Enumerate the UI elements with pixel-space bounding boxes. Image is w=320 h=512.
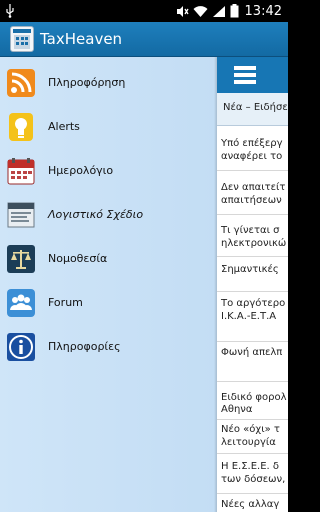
- wifi-icon: [193, 5, 208, 17]
- drawer-item-label: Λογιστικό Σχέδιο: [48, 208, 144, 221]
- scales-icon: [7, 245, 35, 273]
- menu-toggle-button[interactable]: [217, 57, 288, 93]
- news-item[interactable]: Η Ε.Σ.Ε.Ε. δ των δόσεων,: [217, 454, 288, 494]
- tax-book-icon: [7, 202, 35, 228]
- drawer-item-info[interactable]: Πληροφορίες: [0, 327, 217, 371]
- drawer-item-label: Πληροφόρηση: [48, 76, 126, 89]
- lightbulb-icon: [9, 113, 33, 141]
- mute-icon: [176, 5, 189, 17]
- drawer-item-label: Νομοθεσία: [48, 252, 108, 265]
- drawer-item-calendar[interactable]: Ημερολόγιο: [0, 151, 217, 195]
- calendar-icon: [7, 158, 35, 185]
- news-item[interactable]: Νέο «όχι» τ λειτουργία: [217, 420, 288, 454]
- navigation-drawer: Πληροφόρηση Alerts Ημερολόγιο Λογιστικό …: [0, 57, 217, 512]
- users-icon: [7, 289, 35, 317]
- drawer-item-accounting-plan[interactable]: Λογιστικό Σχέδιο: [0, 195, 217, 239]
- rss-icon: [7, 69, 35, 97]
- news-item[interactable]: Σημαντικές: [217, 257, 288, 292]
- status-bar: 13:42: [0, 0, 288, 22]
- tab-news[interactable]: Νέα – Ειδήσει: [217, 93, 288, 126]
- drawer-item-information[interactable]: Πληροφόρηση: [0, 63, 217, 107]
- clock: 13:42: [244, 3, 282, 19]
- app-title: TaxHeaven: [40, 30, 123, 48]
- drawer-item-alerts[interactable]: Alerts: [0, 107, 217, 151]
- battery-icon: [230, 4, 239, 18]
- news-item[interactable]: Δεν απαιτείτ απαιτήσεων: [217, 171, 288, 215]
- drawer-item-legislation[interactable]: Νομοθεσία: [0, 239, 217, 283]
- drawer-item-label: Forum: [48, 296, 83, 309]
- hamburger-icon: [234, 66, 256, 84]
- news-item[interactable]: Φωνή απελπ: [217, 342, 288, 382]
- news-item[interactable]: Νέες αλλαγ: [217, 494, 288, 512]
- app-logo-icon[interactable]: [10, 26, 34, 52]
- action-bar: TaxHeaven: [0, 22, 288, 57]
- usb-icon: [6, 4, 14, 18]
- news-item[interactable]: Ειδικό φορολ Αθηνα: [217, 382, 288, 420]
- drawer-item-label: Πληροφορίες: [48, 340, 121, 353]
- info-icon: [7, 333, 35, 361]
- news-item[interactable]: Το αργότερο Ι.Κ.Α.-Ε.Τ.Α: [217, 292, 288, 342]
- signal-icon: [212, 5, 225, 17]
- news-item[interactable]: Τι γίνεται σ ηλεκτρονικώ: [217, 215, 288, 257]
- news-content: Νέα – Ειδήσει Υπό επέξεργ αναφέρει το Δε…: [217, 57, 288, 512]
- drawer-item-label: Ημερολόγιο: [48, 164, 114, 177]
- drawer-item-forum[interactable]: Forum: [0, 283, 217, 327]
- news-item[interactable]: Υπό επέξεργ αναφέρει το: [217, 127, 288, 171]
- drawer-item-label: Alerts: [48, 120, 80, 133]
